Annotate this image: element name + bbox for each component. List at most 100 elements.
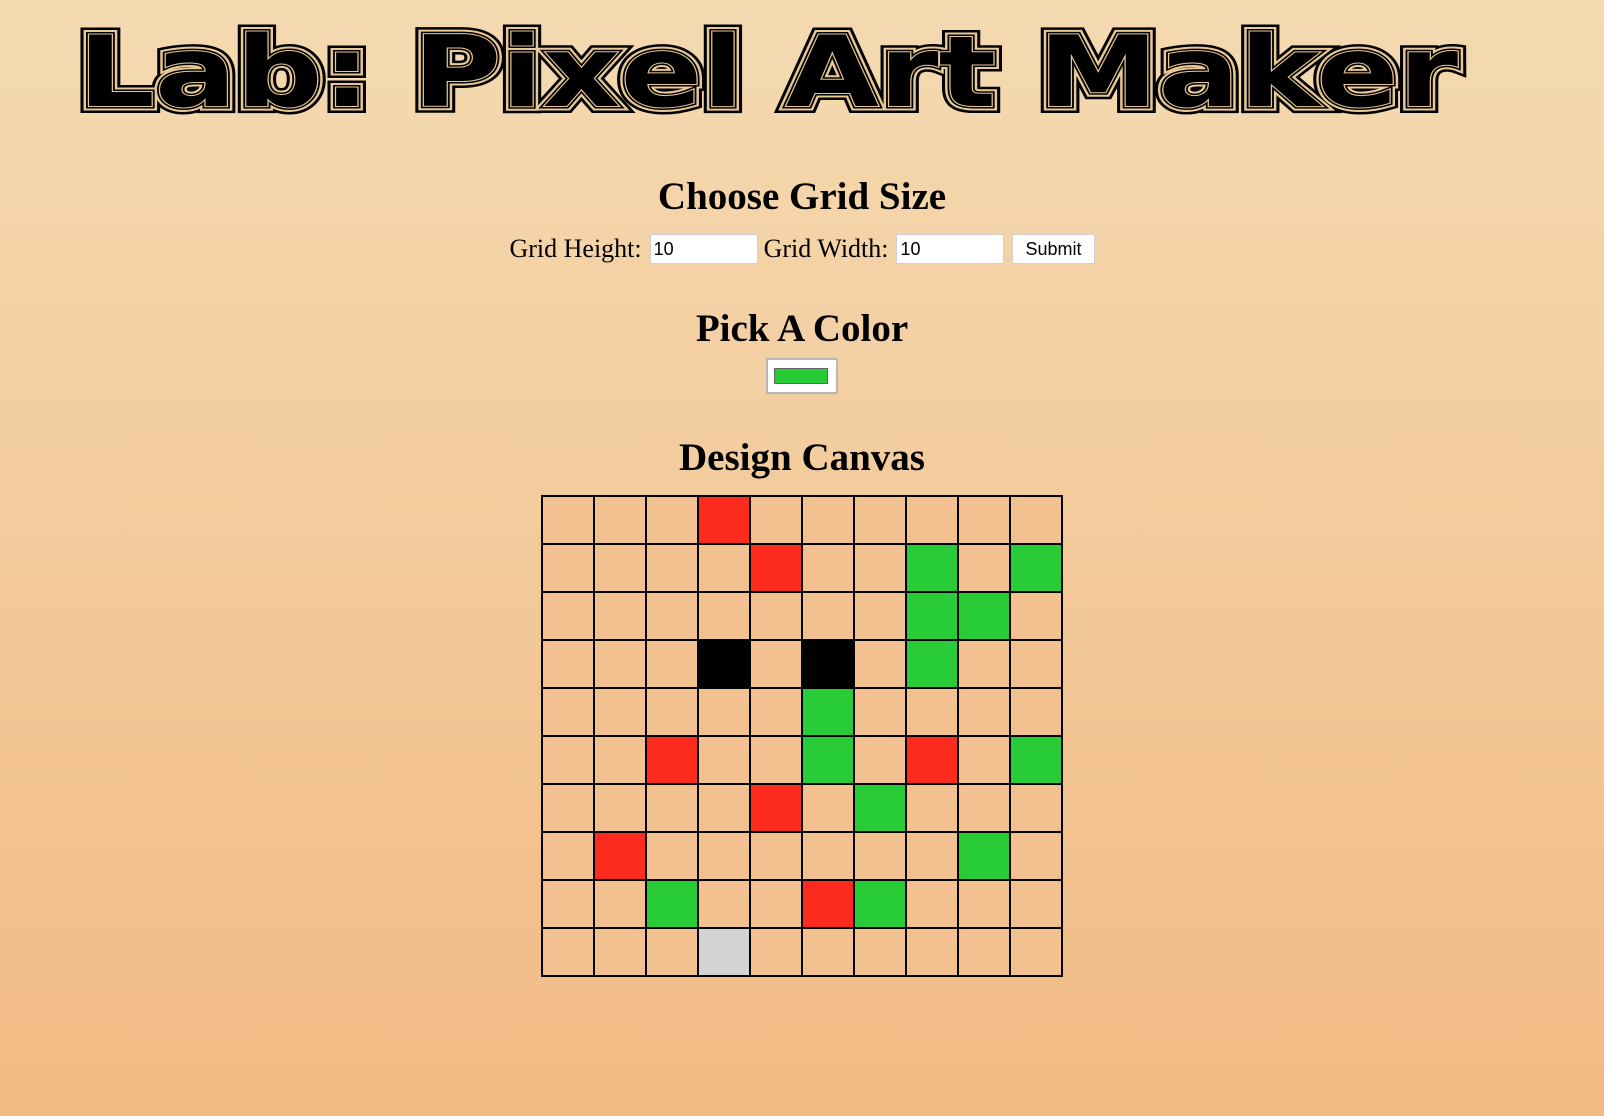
canvas-cell[interactable] — [905, 543, 959, 593]
canvas-cell[interactable] — [957, 543, 1011, 593]
canvas-cell[interactable] — [853, 927, 907, 977]
canvas-cell[interactable] — [801, 927, 855, 977]
canvas-cell[interactable] — [853, 495, 907, 545]
canvas-cell[interactable] — [593, 543, 647, 593]
canvas-cell[interactable] — [1009, 687, 1063, 737]
canvas-cell[interactable] — [593, 783, 647, 833]
canvas-cell[interactable] — [593, 687, 647, 737]
canvas-cell[interactable] — [645, 591, 699, 641]
submit-button[interactable]: Submit — [1012, 234, 1095, 264]
canvas-cell[interactable] — [593, 591, 647, 641]
canvas-cell[interactable] — [749, 879, 803, 929]
canvas-cell[interactable] — [853, 735, 907, 785]
canvas-cell[interactable] — [801, 495, 855, 545]
canvas-cell[interactable] — [645, 687, 699, 737]
canvas-cell[interactable] — [905, 879, 959, 929]
canvas-cell[interactable] — [801, 591, 855, 641]
canvas-cell[interactable] — [1009, 639, 1063, 689]
canvas-cell[interactable] — [749, 735, 803, 785]
canvas-cell[interactable] — [905, 687, 959, 737]
canvas-cell[interactable] — [957, 639, 1011, 689]
canvas-cell[interactable] — [697, 495, 751, 545]
canvas-cell[interactable] — [749, 927, 803, 977]
color-picker-input[interactable] — [766, 358, 838, 394]
canvas-cell[interactable] — [697, 927, 751, 977]
canvas-cell[interactable] — [541, 783, 595, 833]
canvas-cell[interactable] — [905, 495, 959, 545]
canvas-cell[interactable] — [645, 639, 699, 689]
canvas-cell[interactable] — [957, 495, 1011, 545]
canvas-cell[interactable] — [541, 927, 595, 977]
canvas-cell[interactable] — [749, 831, 803, 881]
canvas-cell[interactable] — [1009, 879, 1063, 929]
canvas-cell[interactable] — [697, 831, 751, 881]
canvas-cell[interactable] — [593, 735, 647, 785]
canvas-cell[interactable] — [593, 639, 647, 689]
canvas-cell[interactable] — [905, 735, 959, 785]
canvas-cell[interactable] — [905, 639, 959, 689]
canvas-cell[interactable] — [853, 639, 907, 689]
canvas-cell[interactable] — [645, 927, 699, 977]
canvas-cell[interactable] — [645, 735, 699, 785]
canvas-cell[interactable] — [593, 927, 647, 977]
canvas-cell[interactable] — [645, 543, 699, 593]
canvas-cell[interactable] — [697, 639, 751, 689]
canvas-cell[interactable] — [801, 687, 855, 737]
canvas-cell[interactable] — [541, 591, 595, 641]
grid-height-input[interactable] — [649, 234, 758, 264]
canvas-cell[interactable] — [697, 543, 751, 593]
canvas-cell[interactable] — [541, 735, 595, 785]
canvas-cell[interactable] — [957, 879, 1011, 929]
canvas-cell[interactable] — [697, 783, 751, 833]
canvas-cell[interactable] — [853, 687, 907, 737]
canvas-cell[interactable] — [905, 831, 959, 881]
canvas-cell[interactable] — [697, 879, 751, 929]
canvas-cell[interactable] — [697, 591, 751, 641]
canvas-cell[interactable] — [853, 831, 907, 881]
canvas-cell[interactable] — [541, 879, 595, 929]
canvas-cell[interactable] — [853, 591, 907, 641]
canvas-cell[interactable] — [801, 783, 855, 833]
canvas-cell[interactable] — [853, 783, 907, 833]
canvas-cell[interactable] — [593, 831, 647, 881]
canvas-cell[interactable] — [749, 591, 803, 641]
canvas-cell[interactable] — [1009, 927, 1063, 977]
canvas-cell[interactable] — [957, 927, 1011, 977]
canvas-cell[interactable] — [749, 783, 803, 833]
canvas-cell[interactable] — [957, 591, 1011, 641]
canvas-cell[interactable] — [697, 687, 751, 737]
canvas-cell[interactable] — [957, 687, 1011, 737]
canvas-cell[interactable] — [801, 543, 855, 593]
canvas-cell[interactable] — [801, 879, 855, 929]
canvas-cell[interactable] — [593, 879, 647, 929]
canvas-cell[interactable] — [645, 831, 699, 881]
canvas-cell[interactable] — [1009, 831, 1063, 881]
canvas-cell[interactable] — [749, 543, 803, 593]
grid-width-input[interactable] — [896, 234, 1005, 264]
canvas-cell[interactable] — [853, 543, 907, 593]
canvas-cell[interactable] — [801, 735, 855, 785]
canvas-cell[interactable] — [801, 831, 855, 881]
canvas-cell[interactable] — [853, 879, 907, 929]
canvas-cell[interactable] — [749, 687, 803, 737]
canvas-cell[interactable] — [645, 879, 699, 929]
canvas-cell[interactable] — [1009, 543, 1063, 593]
canvas-cell[interactable] — [957, 783, 1011, 833]
canvas-cell[interactable] — [593, 495, 647, 545]
canvas-cell[interactable] — [905, 591, 959, 641]
canvas-cell[interactable] — [697, 735, 751, 785]
canvas-cell[interactable] — [1009, 783, 1063, 833]
canvas-cell[interactable] — [1009, 495, 1063, 545]
canvas-cell[interactable] — [541, 687, 595, 737]
canvas-cell[interactable] — [541, 639, 595, 689]
canvas-cell[interactable] — [749, 639, 803, 689]
canvas-cell[interactable] — [957, 735, 1011, 785]
canvas-cell[interactable] — [541, 543, 595, 593]
canvas-cell[interactable] — [749, 495, 803, 545]
canvas-cell[interactable] — [801, 639, 855, 689]
canvas-cell[interactable] — [1009, 735, 1063, 785]
canvas-cell[interactable] — [905, 927, 959, 977]
canvas-cell[interactable] — [957, 831, 1011, 881]
canvas-cell[interactable] — [905, 783, 959, 833]
canvas-cell[interactable] — [541, 495, 595, 545]
